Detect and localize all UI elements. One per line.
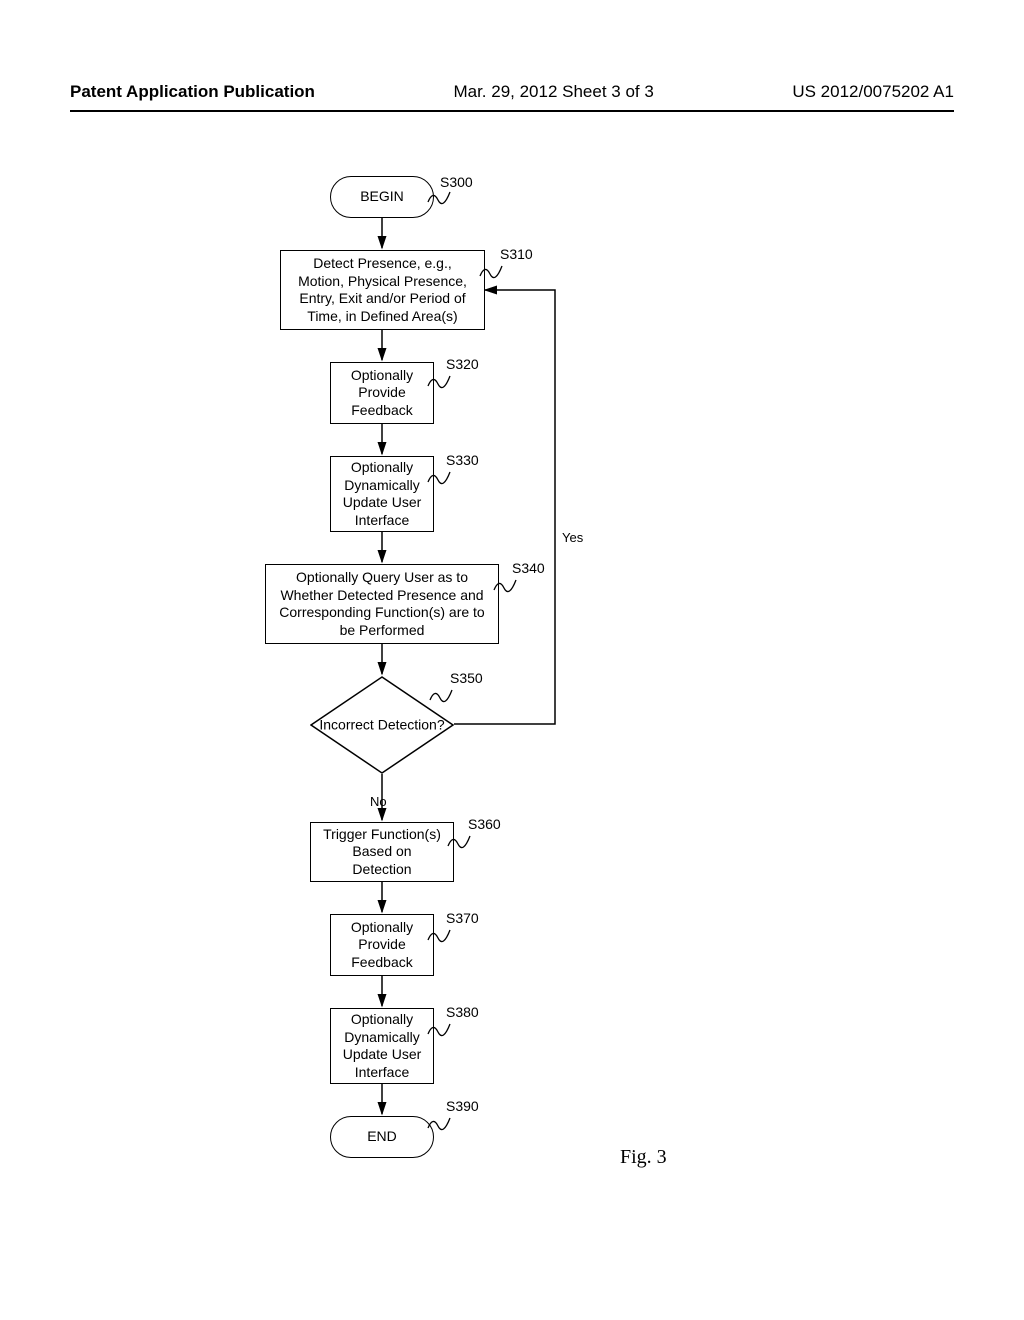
- node-s350-label: Incorrect Detection?: [319, 717, 444, 734]
- leader-s330-icon: [426, 468, 452, 486]
- page-header: Patent Application Publication Mar. 29, …: [0, 82, 1024, 102]
- leader-s380-icon: [426, 1020, 452, 1038]
- step-id-s380: S380: [446, 1004, 479, 1020]
- leader-s310-icon: [478, 262, 504, 280]
- header-rule: [70, 110, 954, 112]
- leader-s390-icon: [426, 1114, 452, 1132]
- node-end: END: [330, 1116, 434, 1158]
- node-end-label: END: [367, 1128, 397, 1146]
- node-s320-label: Optionally Provide Feedback: [341, 367, 423, 420]
- node-s330: Optionally Dynamically Update User Inter…: [330, 456, 434, 532]
- flowchart: BEGIN S300 Detect Presence, e.g., Motion…: [0, 170, 1024, 1250]
- leader-s340-icon: [492, 576, 518, 594]
- edge-label-yes: Yes: [562, 530, 583, 545]
- leader-s350-icon: [428, 686, 454, 704]
- step-id-s390: S390: [446, 1098, 479, 1114]
- step-id-s340: S340: [512, 560, 545, 576]
- edge-label-no: No: [370, 794, 387, 809]
- node-s320: Optionally Provide Feedback: [330, 362, 434, 424]
- node-s380: Optionally Dynamically Update User Inter…: [330, 1008, 434, 1084]
- connectors: [0, 170, 1024, 1250]
- node-s360-label: Trigger Function(s) Based on Detection: [321, 826, 443, 879]
- header-left: Patent Application Publication: [70, 82, 315, 102]
- step-id-s310: S310: [500, 246, 533, 262]
- node-s340-label: Optionally Query User as to Whether Dete…: [276, 569, 488, 639]
- step-id-s350: S350: [450, 670, 483, 686]
- step-id-s320: S320: [446, 356, 479, 372]
- node-s360: Trigger Function(s) Based on Detection: [310, 822, 454, 882]
- node-s370-label: Optionally Provide Feedback: [341, 919, 423, 972]
- node-s380-label: Optionally Dynamically Update User Inter…: [341, 1011, 423, 1081]
- step-id-s360: S360: [468, 816, 501, 832]
- leader-s300-icon: [426, 188, 452, 206]
- step-id-s370: S370: [446, 910, 479, 926]
- leader-s360-icon: [446, 832, 472, 850]
- node-s370: Optionally Provide Feedback: [330, 914, 434, 976]
- header-right: US 2012/0075202 A1: [792, 82, 954, 102]
- leader-s320-icon: [426, 372, 452, 390]
- node-s330-label: Optionally Dynamically Update User Inter…: [341, 459, 423, 529]
- node-begin-label: BEGIN: [360, 188, 404, 206]
- leader-s370-icon: [426, 926, 452, 944]
- node-begin: BEGIN: [330, 176, 434, 218]
- node-s310: Detect Presence, e.g., Motion, Physical …: [280, 250, 485, 330]
- figure-caption: Fig. 3: [620, 1146, 667, 1169]
- node-s340: Optionally Query User as to Whether Dete…: [265, 564, 499, 644]
- header-center: Mar. 29, 2012 Sheet 3 of 3: [453, 82, 653, 102]
- node-s310-label: Detect Presence, e.g., Motion, Physical …: [291, 255, 474, 325]
- step-id-s330: S330: [446, 452, 479, 468]
